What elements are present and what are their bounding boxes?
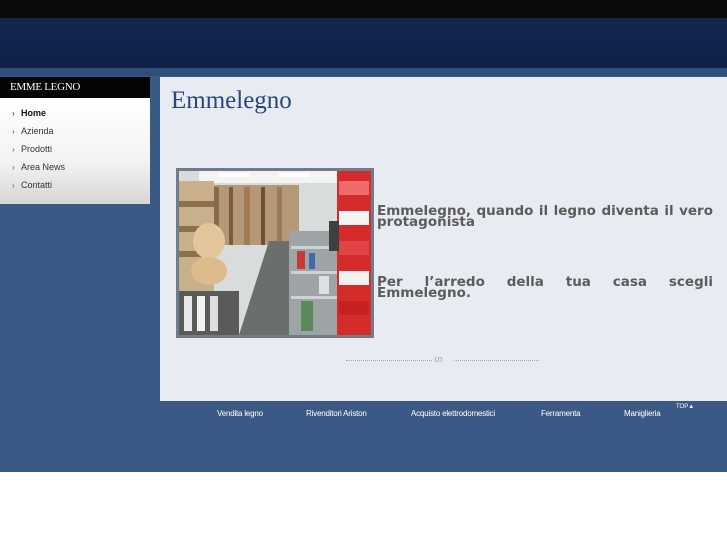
ornamental-divider: ഗ — [346, 354, 539, 364]
divider-line-left — [346, 360, 432, 361]
footer-link-acquisto-elettrodomestici[interactable]: Acquisto elettrodomestici — [411, 409, 495, 418]
tagline-primary: Emmelegno, quando il legno diventa il ve… — [377, 203, 713, 230]
sidebar-menu: › Home › Azienda › Prodotti › Area News … — [0, 98, 150, 204]
menu-item-home[interactable]: › Home — [0, 104, 150, 122]
header-banner — [0, 18, 727, 68]
chevron-right-icon: › — [12, 108, 15, 118]
menu-item-label: Area News — [21, 162, 66, 172]
header-stripe — [0, 68, 727, 76]
ornament-icon: ഗ — [434, 354, 443, 364]
menu-item-contatti[interactable]: › Contatti — [0, 176, 150, 194]
top-bar — [0, 0, 727, 18]
tagline-secondary: Per l’arredo della tua casa scegli Emmel… — [377, 274, 713, 301]
menu-item-label: Prodotti — [21, 144, 53, 154]
site-logo[interactable]: EMME LEGNO — [0, 77, 150, 98]
store-interior-image — [179, 171, 371, 335]
chevron-right-icon: › — [12, 162, 15, 172]
footer-nav: Vendita legno Rivenditori Ariston Acquis… — [0, 409, 727, 423]
menu-item-label: Contatti — [21, 180, 53, 190]
divider-line-right — [454, 360, 539, 361]
menu-item-azienda[interactable]: › Azienda — [0, 122, 150, 140]
chevron-right-icon: › — [12, 126, 15, 136]
main-content: Emmelegno Emmelegno, quando il legno div… — [160, 77, 727, 401]
store-photo — [176, 168, 374, 338]
menu-item-label: Azienda — [21, 126, 54, 136]
menu-item-prodotti[interactable]: › Prodotti — [0, 140, 150, 158]
page-title: Emmelegno — [171, 87, 292, 114]
chevron-right-icon: › — [12, 144, 15, 154]
chevron-right-icon: › — [12, 180, 15, 190]
footer-link-ferramenta[interactable]: Ferramenta — [541, 409, 581, 418]
footer-link-vendita-legno[interactable]: Vendita legno — [217, 409, 263, 418]
back-to-top-link[interactable]: TOP▲ — [676, 404, 694, 410]
footer-link-rivenditori-ariston[interactable]: Rivenditori Ariston — [306, 409, 367, 418]
menu-item-area-news[interactable]: › Area News — [0, 158, 150, 176]
footer-link-maniglieria[interactable]: Maniglieria — [624, 409, 661, 418]
menu-item-label: Home — [21, 108, 47, 118]
